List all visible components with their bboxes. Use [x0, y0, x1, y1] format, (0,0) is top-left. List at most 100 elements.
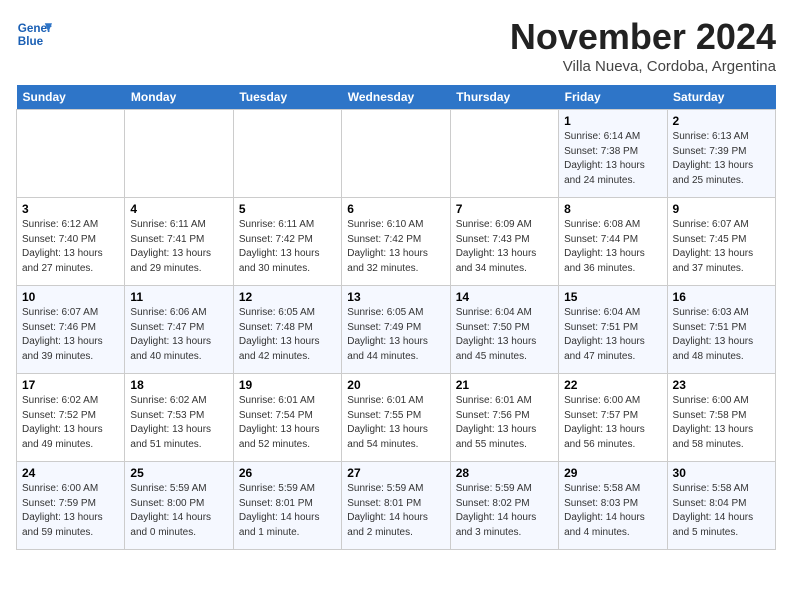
calendar-cell: 23 Sunrise: 6:00 AM Sunset: 7:58 PM Dayli… [667, 374, 775, 462]
day-number: 24 [22, 466, 119, 480]
calendar-cell: 10 Sunrise: 6:07 AM Sunset: 7:46 PM Dayli… [17, 286, 125, 374]
day-info: Sunrise: 6:02 AM Sunset: 7:52 PM Dayligh… [22, 394, 119, 452]
calendar-cell: 24 Sunrise: 6:00 AM Sunset: 7:59 PM Dayli… [17, 462, 125, 550]
svg-text:Blue: Blue [18, 35, 44, 48]
calendar-cell: 13 Sunrise: 6:05 AM Sunset: 7:49 PM Dayli… [342, 286, 450, 374]
day-number: 22 [564, 378, 661, 392]
calendar-cell: 11 Sunrise: 6:06 AM Sunset: 7:47 PM Dayli… [125, 286, 233, 374]
day-info: Sunrise: 6:09 AM Sunset: 7:43 PM Dayligh… [456, 218, 553, 276]
logo: General Blue [16, 16, 52, 52]
day-info: Sunrise: 6:00 AM Sunset: 7:57 PM Dayligh… [564, 394, 661, 452]
calendar-cell: 21 Sunrise: 6:01 AM Sunset: 7:56 PM Dayli… [450, 374, 558, 462]
calendar-cell: 27 Sunrise: 5:59 AM Sunset: 8:01 PM Dayli… [342, 462, 450, 550]
calendar-cell: 25Sunrise: 5:59 AM Sunset: 8:00 PM Dayli… [125, 462, 233, 550]
calendar-week-3: 10 Sunrise: 6:07 AM Sunset: 7:46 PM Dayli… [17, 286, 776, 374]
day-info: Sunrise: 5:59 AM Sunset: 8:02 PM Dayligh… [456, 482, 553, 540]
calendar-cell: 20Sunrise: 6:01 AM Sunset: 7:55 PM Dayli… [342, 374, 450, 462]
day-number: 11 [130, 290, 227, 304]
day-info: Sunrise: 5:58 AM Sunset: 8:04 PM Dayligh… [673, 482, 770, 540]
day-number: 3 [22, 202, 119, 216]
day-number: 15 [564, 290, 661, 304]
day-info: Sunrise: 6:05 AM Sunset: 7:49 PM Dayligh… [347, 306, 444, 364]
day-info: Sunrise: 6:07 AM Sunset: 7:45 PM Dayligh… [673, 218, 770, 276]
calendar-cell: 29 Sunrise: 5:58 AM Sunset: 8:03 PM Dayli… [559, 462, 667, 550]
day-number: 21 [456, 378, 553, 392]
day-number: 5 [239, 202, 336, 216]
title-block: November 2024 Villa Nueva, Cordoba, Arge… [510, 16, 776, 75]
location: Villa Nueva, Cordoba, Argentina [510, 58, 776, 75]
day-number: 23 [673, 378, 770, 392]
calendar-week-4: 17 Sunrise: 6:02 AM Sunset: 7:52 PM Dayli… [17, 374, 776, 462]
day-info: Sunrise: 6:14 AM Sunset: 7:38 PM Dayligh… [564, 130, 661, 188]
day-number: 29 [564, 466, 661, 480]
calendar-cell: 28Sunrise: 5:59 AM Sunset: 8:02 PM Dayli… [450, 462, 558, 550]
day-info: Sunrise: 6:13 AM Sunset: 7:39 PM Dayligh… [673, 130, 770, 188]
day-number: 20 [347, 378, 444, 392]
day-number: 4 [130, 202, 227, 216]
calendar-cell: 30 Sunrise: 5:58 AM Sunset: 8:04 PM Dayli… [667, 462, 775, 550]
day-info: Sunrise: 6:10 AM Sunset: 7:42 PM Dayligh… [347, 218, 444, 276]
column-header-wednesday: Wednesday [342, 85, 450, 110]
logo-icon: General Blue [16, 16, 52, 52]
day-info: Sunrise: 5:58 AM Sunset: 8:03 PM Dayligh… [564, 482, 661, 540]
day-info: Sunrise: 5:59 AM Sunset: 8:01 PM Dayligh… [347, 482, 444, 540]
calendar-cell: 1 Sunrise: 6:14 AM Sunset: 7:38 PM Daylig… [559, 110, 667, 198]
day-number: 8 [564, 202, 661, 216]
calendar-week-2: 3Sunrise: 6:12 AM Sunset: 7:40 PM Daylig… [17, 198, 776, 286]
day-info: Sunrise: 6:11 AM Sunset: 7:41 PM Dayligh… [130, 218, 227, 276]
column-header-monday: Monday [125, 85, 233, 110]
calendar-cell [342, 110, 450, 198]
day-number: 30 [673, 466, 770, 480]
calendar-cell [17, 110, 125, 198]
day-info: Sunrise: 6:04 AM Sunset: 7:50 PM Dayligh… [456, 306, 553, 364]
calendar-cell: 2 Sunrise: 6:13 AM Sunset: 7:39 PM Daylig… [667, 110, 775, 198]
calendar-cell: 19Sunrise: 6:01 AM Sunset: 7:54 PM Dayli… [233, 374, 341, 462]
calendar-cell: 12 Sunrise: 6:05 AM Sunset: 7:48 PM Dayli… [233, 286, 341, 374]
day-info: Sunrise: 6:06 AM Sunset: 7:47 PM Dayligh… [130, 306, 227, 364]
day-info: Sunrise: 6:05 AM Sunset: 7:48 PM Dayligh… [239, 306, 336, 364]
column-header-thursday: Thursday [450, 85, 558, 110]
calendar-cell: 16 Sunrise: 6:03 AM Sunset: 7:51 PM Dayli… [667, 286, 775, 374]
calendar-cell: 17 Sunrise: 6:02 AM Sunset: 7:52 PM Dayli… [17, 374, 125, 462]
calendar-cell: 26 Sunrise: 5:59 AM Sunset: 8:01 PM Dayli… [233, 462, 341, 550]
day-info: Sunrise: 5:59 AM Sunset: 8:01 PM Dayligh… [239, 482, 336, 540]
column-header-friday: Friday [559, 85, 667, 110]
day-number: 26 [239, 466, 336, 480]
day-number: 19 [239, 378, 336, 392]
calendar-cell [450, 110, 558, 198]
day-number: 17 [22, 378, 119, 392]
day-info: Sunrise: 6:04 AM Sunset: 7:51 PM Dayligh… [564, 306, 661, 364]
day-number: 27 [347, 466, 444, 480]
day-info: Sunrise: 6:00 AM Sunset: 7:58 PM Dayligh… [673, 394, 770, 452]
calendar-cell: 18Sunrise: 6:02 AM Sunset: 7:53 PM Dayli… [125, 374, 233, 462]
column-header-tuesday: Tuesday [233, 85, 341, 110]
day-info: Sunrise: 6:03 AM Sunset: 7:51 PM Dayligh… [673, 306, 770, 364]
column-header-sunday: Sunday [17, 85, 125, 110]
day-number: 25 [130, 466, 227, 480]
calendar-week-5: 24 Sunrise: 6:00 AM Sunset: 7:59 PM Dayli… [17, 462, 776, 550]
calendar-cell: 22 Sunrise: 6:00 AM Sunset: 7:57 PM Dayli… [559, 374, 667, 462]
day-number: 9 [673, 202, 770, 216]
calendar-header-row: SundayMondayTuesdayWednesdayThursdayFrid… [17, 85, 776, 110]
day-info: Sunrise: 6:02 AM Sunset: 7:53 PM Dayligh… [130, 394, 227, 452]
day-number: 16 [673, 290, 770, 304]
day-number: 14 [456, 290, 553, 304]
day-number: 6 [347, 202, 444, 216]
day-number: 2 [673, 114, 770, 128]
column-header-saturday: Saturday [667, 85, 775, 110]
day-number: 10 [22, 290, 119, 304]
day-info: Sunrise: 6:07 AM Sunset: 7:46 PM Dayligh… [22, 306, 119, 364]
day-info: Sunrise: 6:00 AM Sunset: 7:59 PM Dayligh… [22, 482, 119, 540]
calendar-table: SundayMondayTuesdayWednesdayThursdayFrid… [16, 85, 776, 550]
day-info: Sunrise: 6:08 AM Sunset: 7:44 PM Dayligh… [564, 218, 661, 276]
calendar-week-1: 1 Sunrise: 6:14 AM Sunset: 7:38 PM Daylig… [17, 110, 776, 198]
calendar-cell: 15 Sunrise: 6:04 AM Sunset: 7:51 PM Dayli… [559, 286, 667, 374]
day-number: 12 [239, 290, 336, 304]
calendar-cell: 14 Sunrise: 6:04 AM Sunset: 7:50 PM Dayli… [450, 286, 558, 374]
calendar-cell: 9 Sunrise: 6:07 AM Sunset: 7:45 PM Daylig… [667, 198, 775, 286]
day-number: 1 [564, 114, 661, 128]
day-info: Sunrise: 6:01 AM Sunset: 7:56 PM Dayligh… [456, 394, 553, 452]
calendar-cell: 3Sunrise: 6:12 AM Sunset: 7:40 PM Daylig… [17, 198, 125, 286]
day-number: 13 [347, 290, 444, 304]
calendar-cell: 6 Sunrise: 6:10 AM Sunset: 7:42 PM Daylig… [342, 198, 450, 286]
